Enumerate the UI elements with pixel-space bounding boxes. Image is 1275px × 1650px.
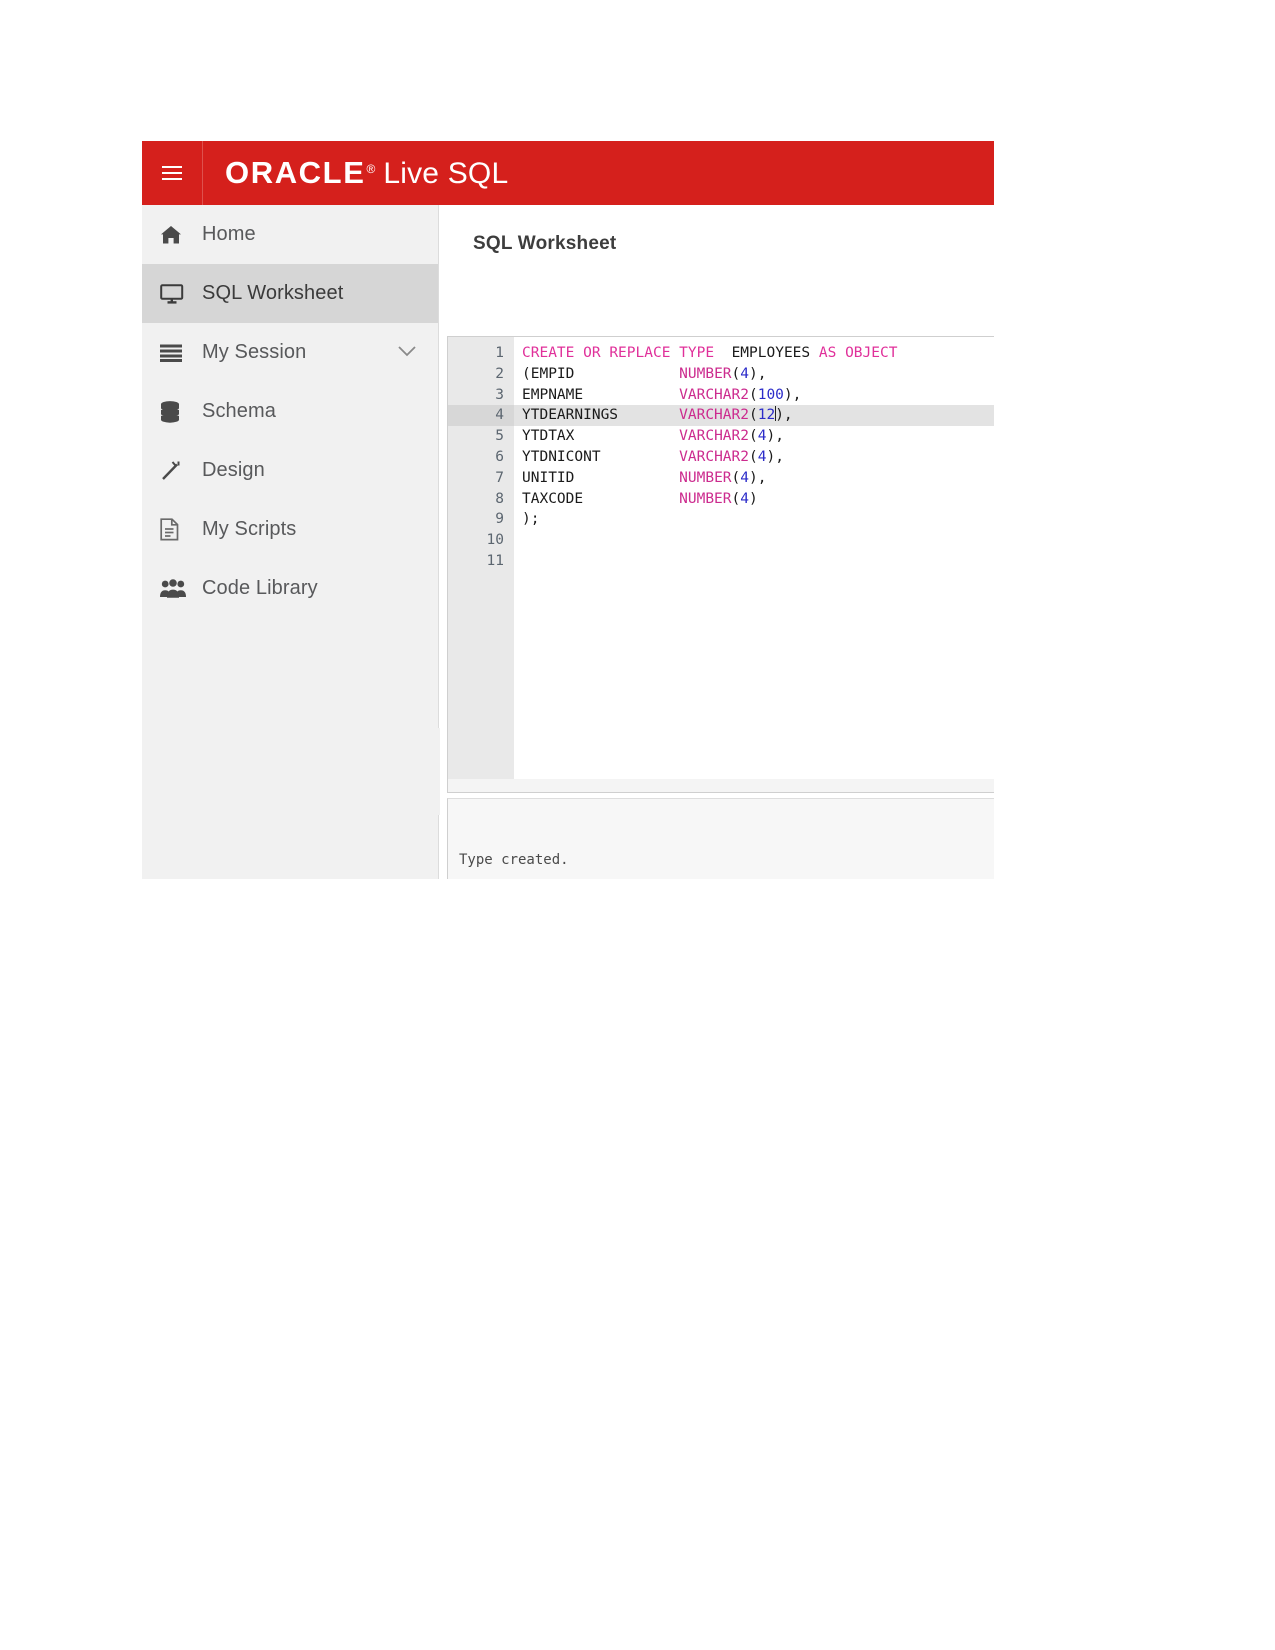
page-title: SQL Worksheet	[473, 233, 617, 254]
line-code[interactable]: (EMPID NUMBER(4),	[514, 364, 766, 385]
line-code[interactable]	[514, 551, 522, 572]
results-panel: Type created.	[447, 798, 994, 879]
line-code[interactable]: );	[514, 509, 539, 530]
editor-line[interactable]: 11	[448, 551, 994, 572]
sidebar-item-label: Home	[202, 223, 256, 245]
line-code[interactable]: CREATE OR REPLACE TYPE EMPLOYEES AS OBJE…	[514, 343, 897, 364]
line-code[interactable]: YTDNICONT VARCHAR2(4),	[514, 447, 784, 468]
chevron-down-icon[interactable]	[398, 344, 416, 362]
database-icon	[160, 400, 202, 423]
sidebar-item-label: Code Library	[202, 577, 318, 599]
sidebar-item-home[interactable]: Home	[142, 205, 438, 264]
editor-bottom-strip	[447, 779, 994, 792]
line-code[interactable]: EMPNAME VARCHAR2(100),	[514, 385, 801, 406]
line-number: 7	[495, 469, 504, 486]
sql-editor[interactable]: 1 CREATE OR REPLACE TYPE EMPLOYEES AS OBJ…	[447, 336, 994, 792]
hamburger-bar	[162, 178, 182, 180]
users-icon	[160, 578, 202, 599]
oracle-live-sql-logo[interactable]: ORACLE ® Live SQL	[203, 155, 508, 191]
line-number: 8	[495, 490, 504, 507]
editor-line[interactable]: 5 YTDTAX VARCHAR2(4),	[448, 426, 994, 447]
line-number: 10	[486, 532, 504, 549]
panel-separator	[447, 792, 994, 793]
editor-line[interactable]: 8 TAXCODE NUMBER(4)	[448, 489, 994, 510]
editor-line[interactable]: 9);	[448, 509, 994, 530]
hamburger-icon[interactable]	[142, 141, 202, 205]
sidebar-item-label: My Session	[202, 341, 307, 363]
line-code[interactable]: YTDEARNINGS VARCHAR2(12),	[514, 405, 793, 426]
sidebar-item-label: Design	[202, 459, 265, 481]
sidebar-item-schema[interactable]: Schema	[142, 382, 438, 441]
line-number: 3	[495, 386, 504, 403]
sidebar-item-code-library[interactable]: Code Library	[142, 559, 438, 618]
line-number: 11	[486, 552, 504, 569]
line-number: 5	[495, 428, 504, 445]
editor-line[interactable]: 10	[448, 530, 994, 551]
home-icon	[160, 225, 202, 245]
editor-line[interactable]: 3 EMPNAME VARCHAR2(100),	[448, 385, 994, 406]
editor-line[interactable]: 7 UNITID NUMBER(4),	[448, 468, 994, 489]
line-number: 9	[495, 511, 504, 528]
sidebar-item-sql-worksheet[interactable]: SQL Worksheet	[142, 264, 438, 323]
sidebar-filler	[142, 728, 440, 815]
monitor-icon	[160, 283, 202, 304]
oracle-live-sql-window: ORACLE ® Live SQL Home SQL Worksheet My …	[142, 141, 994, 879]
line-code[interactable]: YTDTAX VARCHAR2(4),	[514, 426, 784, 447]
result-message: Type created.	[459, 852, 569, 868]
sidebar-item-my-scripts[interactable]: My Scripts	[142, 500, 438, 559]
editor-line[interactable]: 4 YTDEARNINGS VARCHAR2(12),	[448, 405, 994, 426]
line-number: 6	[495, 448, 504, 465]
line-number: 4	[495, 407, 504, 424]
hamburger-bar	[162, 172, 182, 174]
sidebar-item-design[interactable]: Design	[142, 441, 438, 500]
editor-line[interactable]: 2 (EMPID NUMBER(4),	[448, 364, 994, 385]
document-icon	[160, 518, 202, 541]
sidebar-item-label: My Scripts	[202, 518, 297, 540]
line-code[interactable]: UNITID NUMBER(4),	[514, 468, 766, 489]
app-header: ORACLE ® Live SQL	[142, 141, 994, 205]
sql-editor-inner: 1 CREATE OR REPLACE TYPE EMPLOYEES AS OBJ…	[448, 337, 994, 792]
sidebar-item-my-session[interactable]: My Session	[142, 323, 438, 382]
list-icon	[160, 344, 202, 362]
main-content: SQL Worksheet 1 CREATE OR REPLACE TYPE EM…	[440, 205, 994, 879]
line-code[interactable]	[514, 530, 522, 551]
sidebar-item-label: Schema	[202, 400, 276, 422]
registered-trademark-icon: ®	[366, 162, 376, 176]
line-code[interactable]: TAXCODE NUMBER(4)	[514, 489, 758, 510]
editor-line[interactable]: 6 YTDNICONT VARCHAR2(4),	[448, 447, 994, 468]
magic-wand-icon	[160, 460, 202, 482]
sidebar-item-label: SQL Worksheet	[202, 282, 344, 304]
hamburger-bar	[162, 166, 182, 168]
brand-oracle-text: ORACLE	[225, 155, 366, 190]
brand-product-text: Live SQL	[383, 157, 509, 190]
line-number: 2	[495, 365, 504, 382]
editor-lines: 1 CREATE OR REPLACE TYPE EMPLOYEES AS OBJ…	[448, 343, 994, 572]
editor-line[interactable]: 1 CREATE OR REPLACE TYPE EMPLOYEES AS OBJ…	[448, 343, 994, 364]
line-number: 1	[495, 345, 504, 361]
